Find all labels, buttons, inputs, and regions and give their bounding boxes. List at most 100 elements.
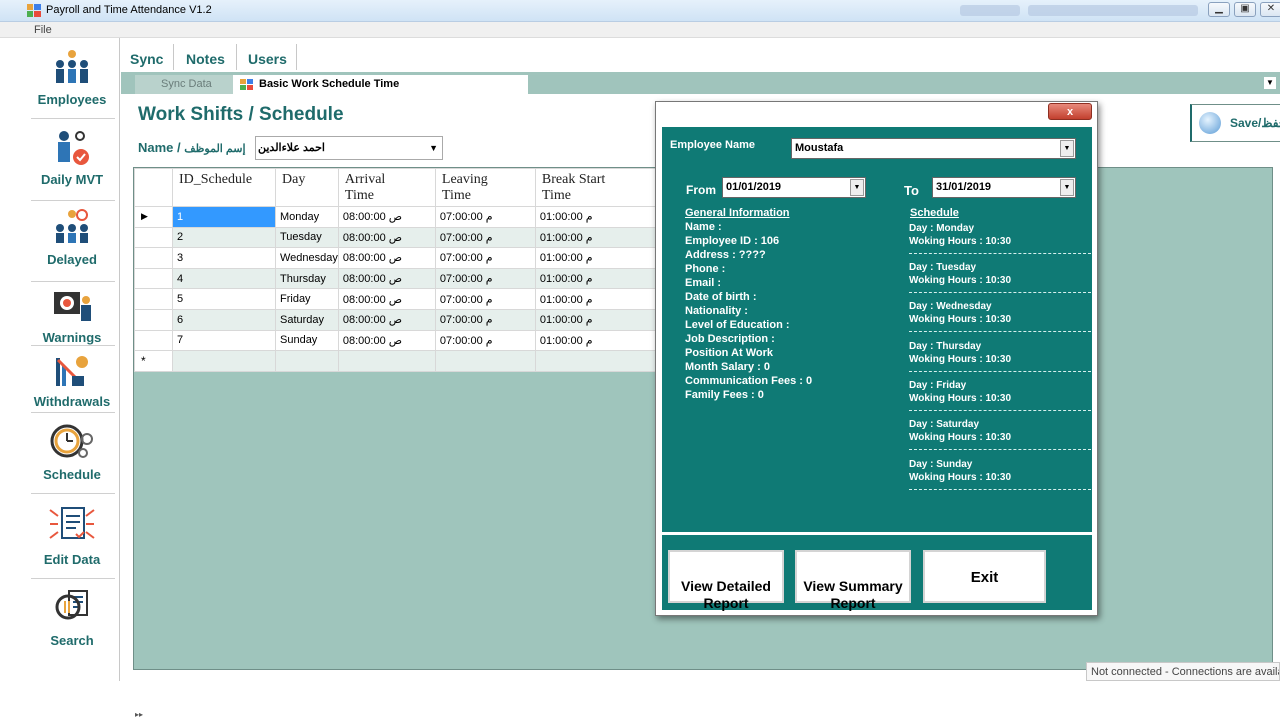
column-header-break-start-time[interactable]: Break Start Time (534, 168, 661, 207)
sidebar-item-edit-data[interactable]: Edit Data (27, 502, 117, 567)
cell-day[interactable]: Monday (275, 206, 339, 228)
tab-list-dropdown-icon[interactable]: ▼ (1264, 77, 1276, 89)
cell-leaving[interactable]: 07:00:00 م (434, 226, 536, 249)
cell-break[interactable]: 01:00:00 م (534, 288, 661, 310)
cell-leaving[interactable]: 07:00:00 م (434, 329, 536, 352)
view-detailed-report-button[interactable]: View Detailed Report (668, 550, 784, 611)
column-header-id-schedule[interactable]: ID_Schedule (172, 168, 276, 207)
minimize-button[interactable]: ▁ (1208, 2, 1230, 17)
table-row[interactable]: 5 Friday 08:00:00 ص 07:00:00 م 01:00:00 … (134, 288, 661, 310)
dialog-close-button[interactable]: x (1048, 103, 1092, 120)
row-header[interactable] (134, 288, 173, 310)
cell-break[interactable]: 01:00:00 م (534, 247, 661, 269)
sidebar-collapse-icon[interactable]: ▸▸ (135, 710, 143, 719)
cell-break[interactable]: 01:00:00 م (534, 206, 661, 228)
grid-corner-header[interactable] (134, 168, 173, 207)
sidebar-item-delayed[interactable]: Delayed (27, 206, 117, 267)
cell-arrival[interactable]: 08:00:00 ص (337, 288, 436, 310)
cell-break[interactable]: 01:00:00 م (534, 308, 661, 331)
table-row[interactable]: ▶ 1 Monday 08:00:00 ص 07:00:00 م 01:00:0… (134, 206, 661, 228)
new-row[interactable]: * (134, 350, 661, 372)
cell-leaving[interactable]: 07:00:00 م (434, 247, 536, 269)
cell-arrival[interactable]: 08:00:00 ص (337, 329, 436, 352)
row-header[interactable] (134, 329, 173, 352)
row-header[interactable] (134, 247, 173, 269)
cell-new-arrival[interactable] (337, 350, 436, 372)
table-row[interactable]: 6 Saturday 08:00:00 ص 07:00:00 م 01:00:0… (134, 308, 661, 331)
cell-leaving[interactable]: 07:00:00 م (434, 206, 536, 228)
employee-name-combobox[interactable]: احمد علاءالدين ▼ (255, 136, 443, 160)
cell-id[interactable]: 4 (172, 267, 276, 290)
calendar-dropdown-icon[interactable]: ▼ (1060, 179, 1074, 196)
sidebar-item-employees[interactable]: Employees (27, 46, 117, 107)
menu-notes[interactable]: Notes (186, 51, 225, 67)
table-row[interactable]: 4 Thursday 08:00:00 ص 07:00:00 م 01:00:0… (134, 267, 661, 290)
cell-break[interactable]: 01:00:00 م (534, 267, 661, 290)
cell-day[interactable]: Saturday (275, 308, 339, 331)
chevron-down-icon[interactable]: ▼ (1060, 140, 1074, 157)
cell-id[interactable]: 1 (172, 206, 276, 228)
daily-mvt-icon (58, 131, 89, 165)
cell-arrival[interactable]: 08:00:00 ص (337, 226, 436, 249)
save-button[interactable]: Save/حفظ (1190, 104, 1280, 142)
column-header-arrival-time[interactable]: Arrival Time (337, 168, 436, 207)
cell-break[interactable]: 01:00:00 م (534, 226, 661, 249)
table-row[interactable]: 7 Sunday 08:00:00 ص 07:00:00 م 01:00:00 … (134, 329, 661, 352)
tab-sync-data[interactable]: Sync Data (135, 75, 235, 94)
cell-id[interactable]: 7 (172, 329, 276, 352)
sidebar-item-daily-mvt[interactable]: Daily MVT (27, 126, 117, 187)
tab-basic-work-schedule[interactable]: Basic Work Schedule Time (233, 75, 528, 94)
view-summary-report-button[interactable]: View Summary Report (795, 550, 911, 611)
new-row-marker[interactable]: * (134, 350, 173, 372)
cell-day[interactable]: Friday (275, 288, 339, 310)
cell-day[interactable]: Thursday (275, 267, 339, 290)
cell-arrival[interactable]: 08:00:00 ص (337, 247, 436, 269)
menu-users[interactable]: Users (248, 51, 287, 67)
cell-arrival[interactable]: 08:00:00 ص (337, 206, 436, 228)
cell-leaving[interactable]: 07:00:00 م (434, 288, 536, 310)
cell-new-break[interactable] (534, 350, 661, 372)
table-row[interactable]: 2 Tuesday 08:00:00 ص 07:00:00 م 01:00:00… (134, 226, 661, 249)
to-label: To (904, 183, 919, 198)
cell-leaving[interactable]: 07:00:00 م (434, 267, 536, 290)
row-header-current[interactable]: ▶ (134, 206, 173, 228)
table-row[interactable]: 3 Wednesday 08:00:00 ص 07:00:00 م 01:00:… (134, 247, 661, 269)
exit-button[interactable]: Exit (923, 550, 1046, 603)
row-header[interactable] (134, 308, 173, 331)
maximize-button[interactable]: ▣ (1234, 2, 1256, 17)
cell-id[interactable]: 6 (172, 308, 276, 331)
cell-new-day[interactable] (275, 350, 339, 372)
cell-arrival[interactable]: 08:00:00 ص (337, 267, 436, 290)
sidebar-item-withdrawals[interactable]: Withdrawals (27, 352, 117, 409)
schedule-hours: Woking Hours : 10:30 (909, 275, 1012, 286)
sidebar-item-schedule[interactable]: Schedule (27, 419, 117, 482)
from-date-picker[interactable]: 01/01/2019 ▼ (722, 177, 866, 198)
cell-id[interactable]: 2 (172, 226, 276, 249)
cell-break[interactable]: 01:00:00 م (534, 329, 661, 352)
row-header[interactable] (134, 267, 173, 290)
cell-id[interactable]: 3 (172, 247, 276, 269)
close-window-button[interactable]: ✕ (1260, 2, 1280, 17)
cell-day[interactable]: Sunday (275, 329, 339, 352)
dialog-employee-combobox[interactable]: Moustafa ▼ (791, 138, 1076, 159)
cell-id[interactable]: 5 (172, 288, 276, 310)
cell-leaving[interactable]: 07:00:00 م (434, 308, 536, 331)
column-header-leaving-time[interactable]: Leaving Time (434, 168, 536, 207)
row-header[interactable] (134, 226, 173, 249)
menu-sync[interactable]: Sync (130, 51, 163, 67)
sidebar-item-warnings[interactable]: Warnings (27, 288, 117, 345)
menu-file[interactable]: File (34, 24, 52, 36)
column-header-day[interactable]: Day (275, 168, 339, 207)
cell-arrival[interactable]: 08:00:00 ص (337, 308, 436, 331)
schedule-header[interactable]: Schedule (910, 206, 959, 220)
to-date-picker[interactable]: 31/01/2019 ▼ (932, 177, 1076, 198)
general-information-header[interactable]: General Information (685, 206, 812, 220)
cell-new-id[interactable] (172, 350, 276, 372)
calendar-dropdown-icon[interactable]: ▼ (850, 179, 864, 196)
withdrawals-icon (56, 356, 88, 386)
cell-day[interactable]: Wednesday (275, 247, 339, 269)
schedule-day: Day : Tuesday (909, 262, 977, 273)
cell-new-leaving[interactable] (434, 350, 536, 372)
cell-day[interactable]: Tuesday (275, 226, 339, 249)
sidebar-item-search[interactable]: Search (27, 587, 117, 648)
